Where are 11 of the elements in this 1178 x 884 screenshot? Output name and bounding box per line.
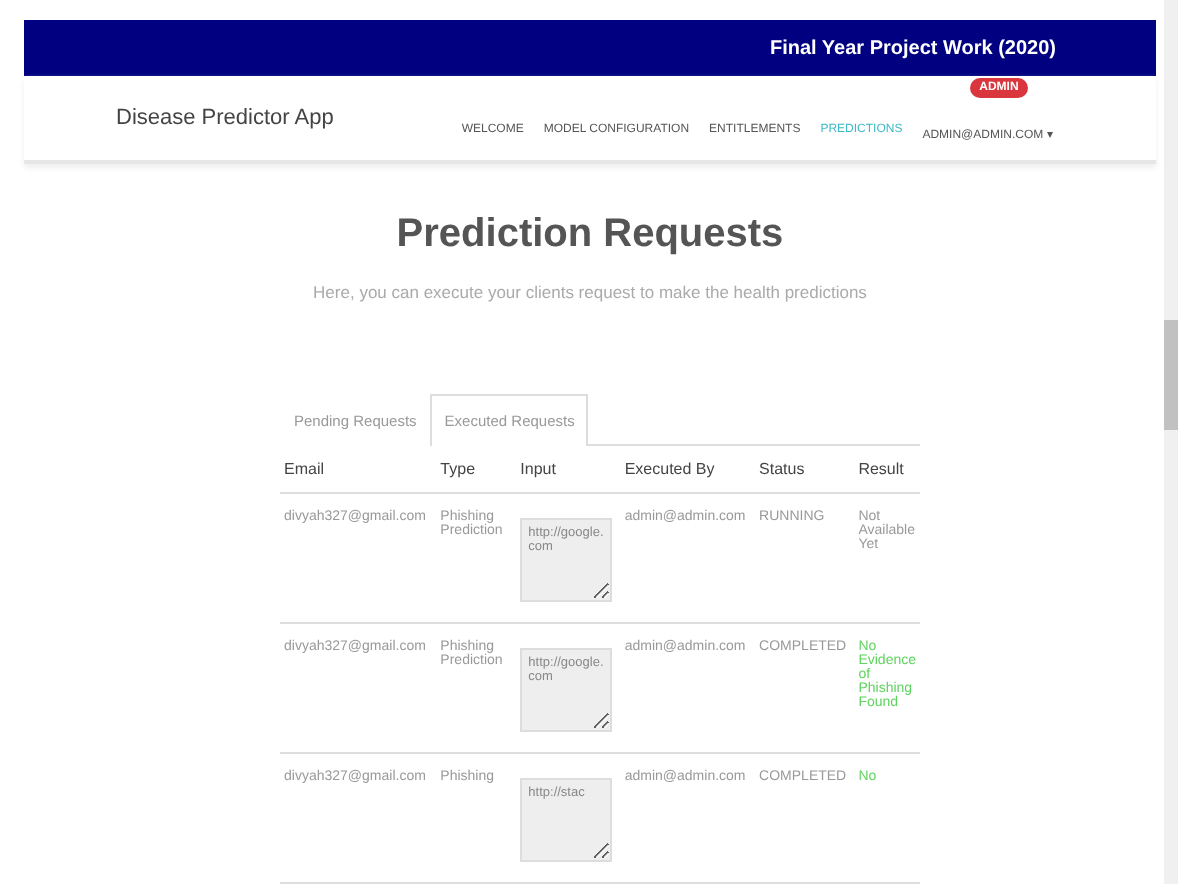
page-subtitle: Here, you can execute your clients request to make the health predictions: [311, 282, 869, 302]
app-brand: Disease Predictor App: [116, 106, 334, 131]
column-header: Email: [280, 446, 437, 493]
banner-title: Final Year Project Work (2020): [769, 37, 1056, 60]
column-header: Executed By: [620, 446, 756, 493]
column-header: Status: [755, 446, 855, 493]
column-header: Result: [854, 446, 920, 493]
column-header: Input: [516, 446, 621, 493]
column-header: Type: [436, 446, 517, 493]
scrollbar-thumb[interactable]: [1164, 320, 1178, 430]
page-heading: Prediction Requests: [394, 212, 786, 258]
